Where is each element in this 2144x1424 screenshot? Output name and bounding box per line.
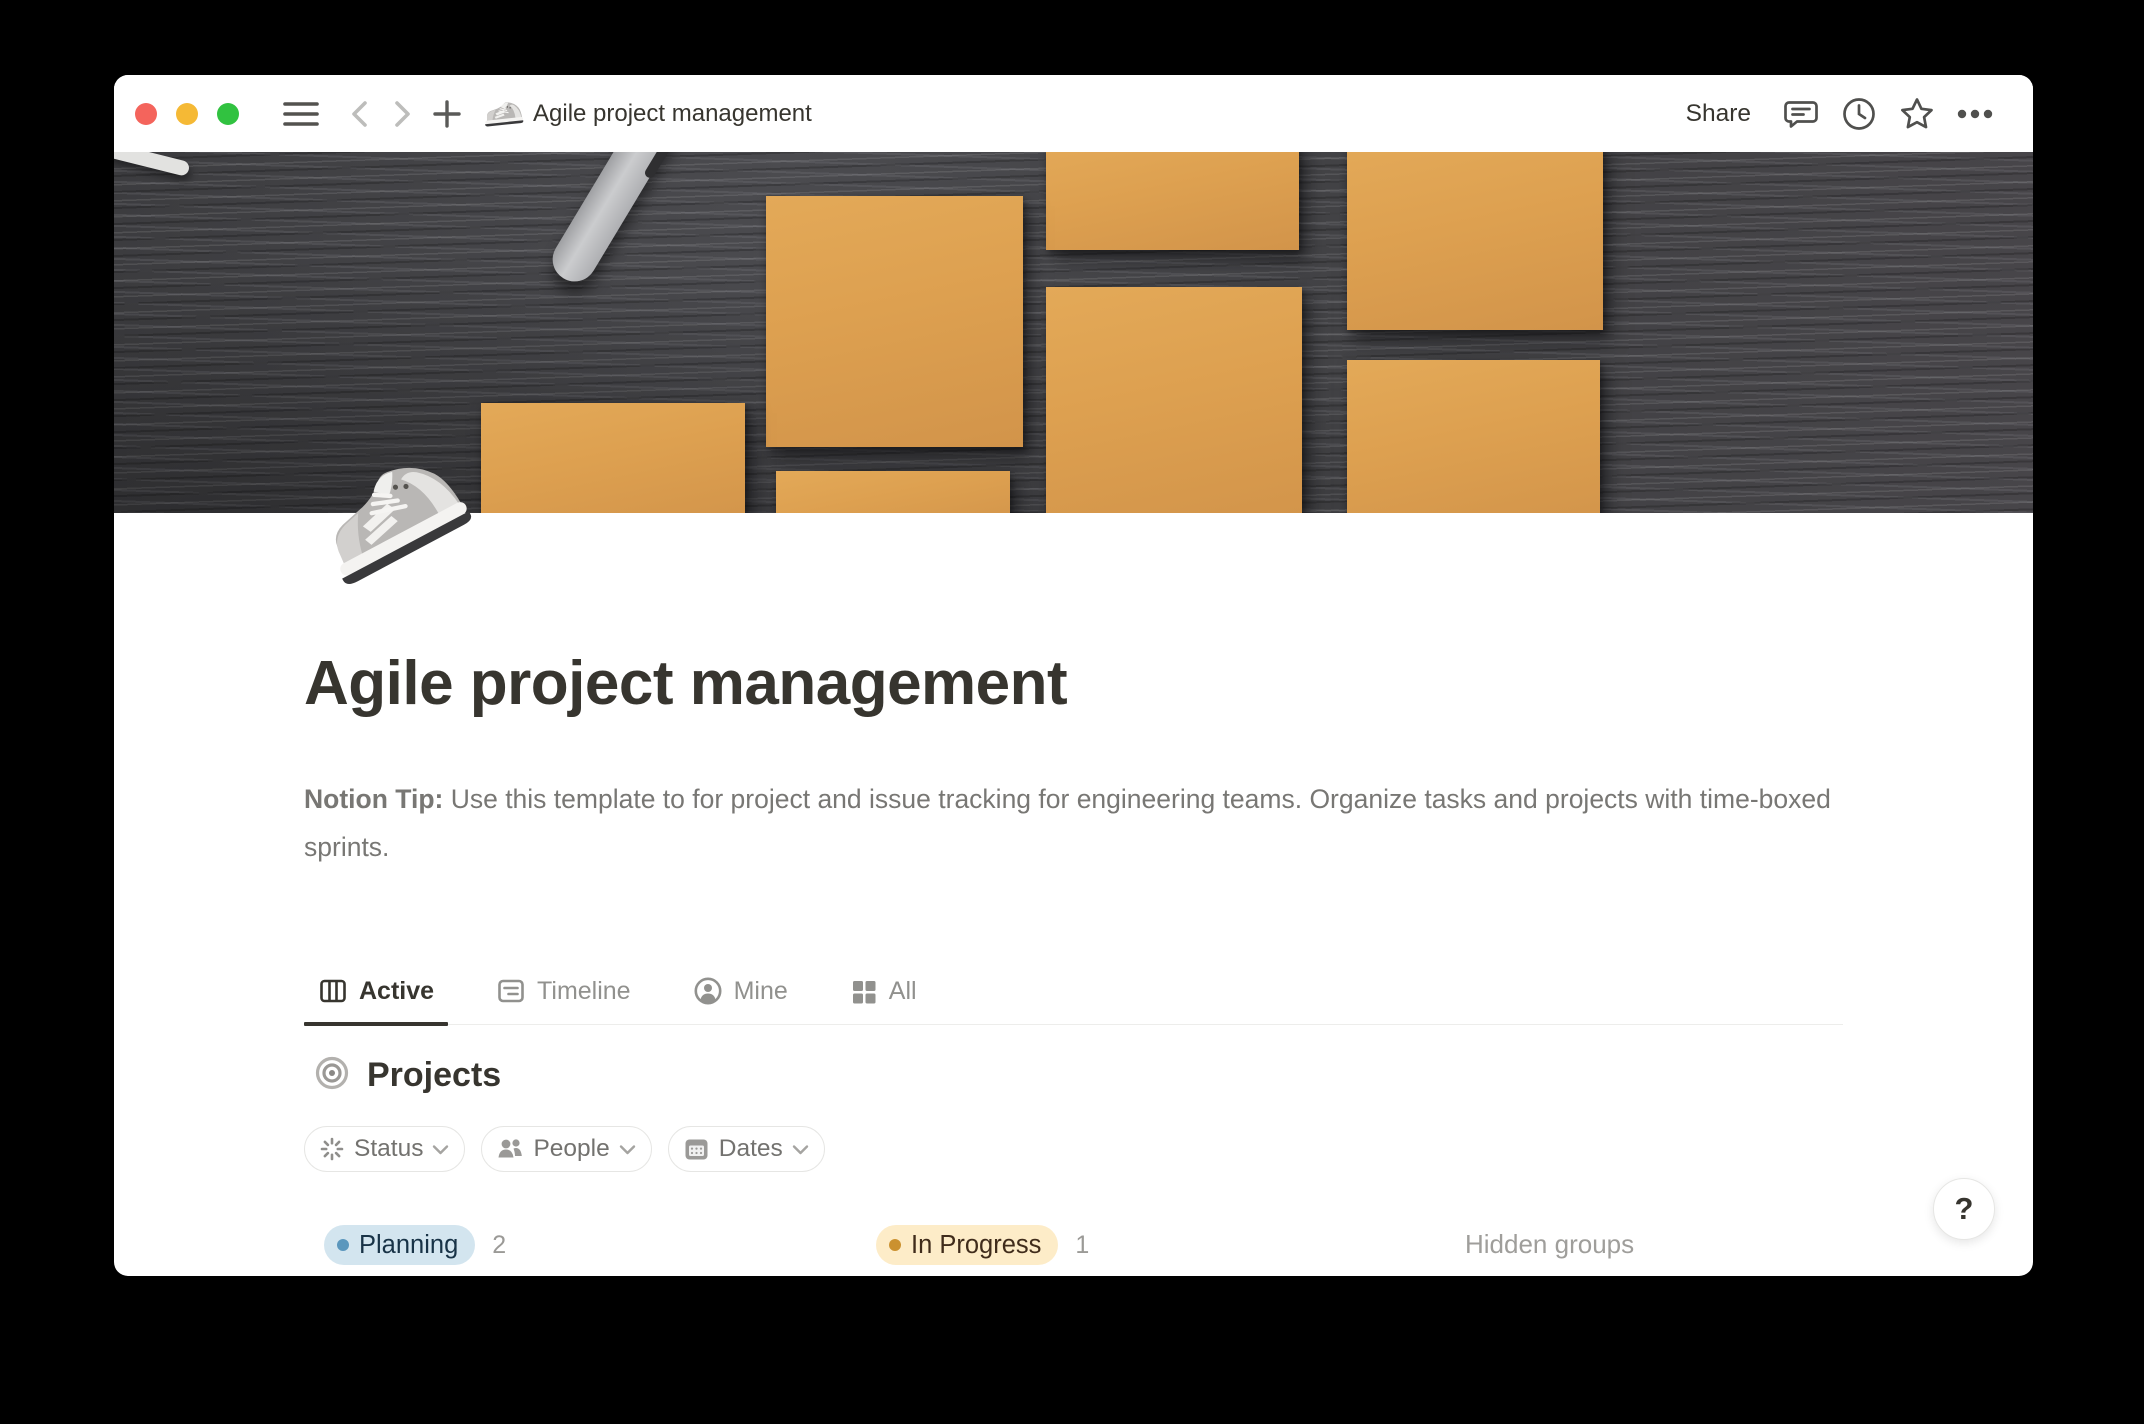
help-button[interactable]: ? — [1933, 1178, 1995, 1240]
board-view-icon — [318, 976, 348, 1006]
filter-bar: Status People — [304, 1126, 825, 1172]
sticky-note — [776, 471, 1010, 513]
tab-active[interactable]: Active — [304, 976, 448, 1024]
zoom-window-button[interactable] — [217, 103, 239, 125]
filter-people[interactable]: People — [481, 1126, 651, 1172]
page-icon-small — [481, 92, 525, 136]
ellipsis-icon — [1957, 109, 1993, 119]
sticky-note — [1046, 287, 1302, 513]
filter-label: Status — [354, 1135, 423, 1163]
people-icon — [496, 1136, 524, 1162]
filter-status[interactable]: Status — [304, 1126, 465, 1172]
notion-window: Agile project management Share — [114, 75, 2033, 1276]
minimize-window-button[interactable] — [176, 103, 198, 125]
share-button[interactable]: Share — [1672, 100, 1765, 128]
sticky-note — [1046, 152, 1299, 250]
sticky-note — [766, 196, 1023, 447]
tab-label: All — [889, 977, 917, 1006]
clock-icon — [1841, 96, 1877, 132]
sticky-note — [481, 403, 745, 513]
pen-clip — [643, 152, 674, 180]
status-badge[interactable]: In Progress — [876, 1225, 1058, 1265]
status-spinner-icon — [319, 1136, 345, 1162]
group-label: Planning — [359, 1231, 458, 1260]
timeline-view-icon — [496, 976, 526, 1006]
tab-all[interactable]: All — [836, 977, 931, 1024]
person-icon — [693, 976, 723, 1006]
new-tab-button[interactable] — [425, 92, 469, 136]
back-icon — [347, 99, 371, 129]
view-tabs: Active Timeline Mine — [304, 955, 1843, 1025]
comment-icon — [1783, 96, 1819, 132]
group-label: In Progress — [911, 1231, 1041, 1260]
hamburger-icon — [283, 101, 319, 127]
sticky-note — [1347, 152, 1603, 330]
group-count: 1 — [1075, 1231, 1089, 1260]
traffic-lights — [135, 103, 239, 125]
comments-button[interactable] — [1779, 92, 1823, 136]
board-group-planning[interactable]: Planning 2 — [324, 1225, 506, 1265]
favorite-button[interactable] — [1895, 92, 1939, 136]
board-group-in-progress[interactable]: In Progress 1 — [876, 1225, 1089, 1265]
page-icon[interactable] — [315, 443, 465, 593]
status-badge[interactable]: Planning — [324, 1225, 475, 1265]
projects-section-header: Projects — [314, 1055, 501, 1096]
tab-label: Timeline — [537, 977, 631, 1006]
section-title[interactable]: Projects — [367, 1056, 501, 1095]
filter-label: Dates — [719, 1135, 783, 1163]
history-button[interactable] — [1837, 92, 1881, 136]
marker-pen — [544, 152, 695, 290]
grid-icon — [850, 978, 878, 1006]
plus-icon — [432, 99, 462, 129]
filter-dates[interactable]: Dates — [668, 1126, 825, 1172]
status-dot — [337, 1239, 349, 1251]
sidebar-toggle-button[interactable] — [279, 92, 323, 136]
back-button[interactable] — [337, 92, 381, 136]
titlebar-page-title: Agile project management — [533, 100, 812, 128]
pen-fragment — [114, 152, 191, 177]
chevron-down-icon — [619, 1144, 636, 1155]
close-window-button[interactable] — [135, 103, 157, 125]
chevron-down-icon — [792, 1144, 809, 1155]
notion-tip-text: Use this template to for project and iss… — [304, 784, 1831, 862]
chevron-down-icon — [432, 1144, 449, 1155]
notion-tip[interactable]: Notion Tip: Use this template to for pro… — [304, 775, 1832, 871]
hidden-groups-button[interactable]: Hidden groups — [1465, 1229, 1634, 1260]
filter-label: People — [533, 1135, 609, 1163]
group-count: 2 — [492, 1231, 506, 1260]
forward-icon — [391, 99, 415, 129]
tab-label: Active — [359, 977, 434, 1006]
page-title[interactable]: Agile project management — [304, 645, 1067, 723]
star-icon — [1898, 95, 1936, 133]
calendar-icon — [683, 1136, 710, 1162]
target-icon — [314, 1055, 350, 1096]
titlebar: Agile project management Share — [114, 75, 2033, 152]
more-button[interactable] — [1953, 92, 1997, 136]
status-dot — [889, 1239, 901, 1251]
forward-button[interactable] — [381, 92, 425, 136]
tab-label: Mine — [734, 977, 788, 1006]
tab-mine[interactable]: Mine — [679, 976, 802, 1024]
tab-timeline[interactable]: Timeline — [482, 976, 645, 1024]
sticky-note — [1347, 360, 1600, 513]
notion-tip-label: Notion Tip: — [304, 784, 443, 814]
